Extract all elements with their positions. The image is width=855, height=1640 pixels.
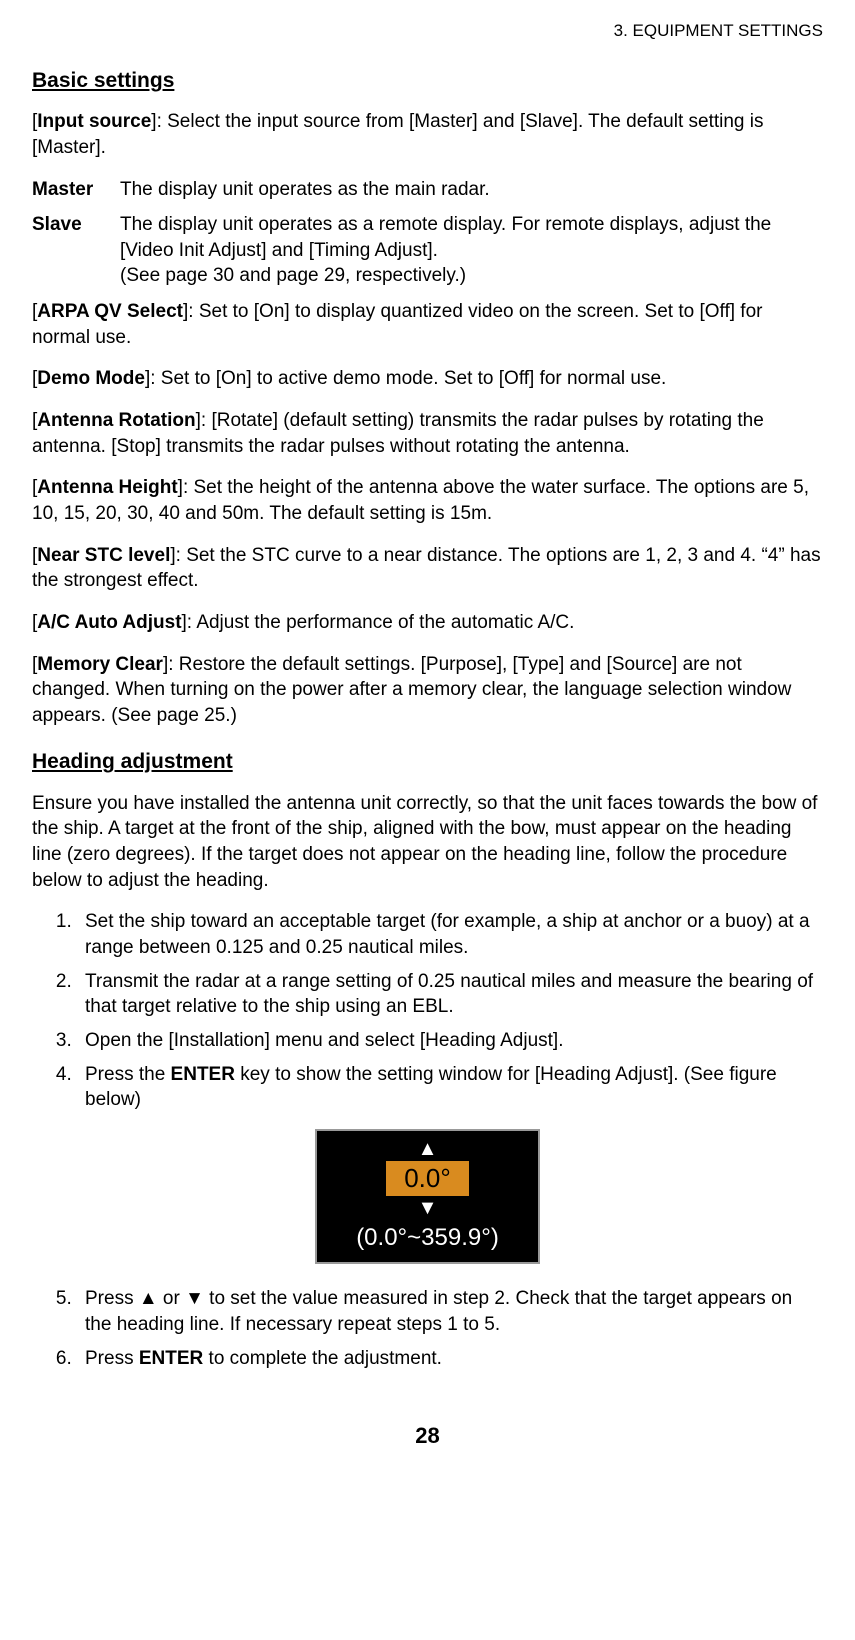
step-4a: Press the (85, 1064, 171, 1085)
input-source-label: Input source (37, 111, 151, 132)
step-6b: to complete the adjustment. (203, 1348, 442, 1369)
step-4: Press the ENTER key to show the setting … (77, 1062, 823, 1113)
master-desc: The display unit operates as the main ra… (120, 177, 823, 203)
up-icon: ▲ (317, 1139, 538, 1159)
slave-desc-l2: (See page 30 and page 29, respectively.) (120, 265, 466, 286)
basic-settings-heading: Basic settings (32, 67, 823, 95)
height-para: [Antenna Height]: Set the height of the … (32, 475, 823, 526)
step-2: Transmit the radar at a range setting of… (77, 969, 823, 1020)
heading-adj-intro: Ensure you have installed the antenna un… (32, 791, 823, 894)
demo-label: Demo Mode (37, 368, 145, 389)
step-5: Press ▲ or ▼ to set the value measured i… (77, 1286, 823, 1337)
heading-adjust-figure: ▲ 0.0° ▼ (0.0°~359.9°) (315, 1129, 540, 1264)
down-icon: ▼ (317, 1198, 538, 1218)
step-1: Set the ship toward an acceptable target… (77, 909, 823, 960)
chapter-header: 3. EQUIPMENT SETTINGS (32, 20, 823, 43)
arpa-para: [ARPA QV Select]: Set to [On] to display… (32, 299, 823, 350)
input-source-para: [Input source]: Select the input source … (32, 109, 823, 160)
slave-desc: The display unit operates as a remote di… (120, 212, 823, 289)
memory-para: [Memory Clear]: Restore the default sett… (32, 652, 823, 729)
arpa-label: ARPA QV Select (37, 301, 183, 322)
height-label: Antenna Height (37, 477, 177, 498)
enter-key-1: ENTER (171, 1064, 235, 1085)
step-3: Open the [Installation] menu and select … (77, 1028, 823, 1054)
slave-term: Slave (32, 212, 120, 289)
memory-label: Memory Clear (37, 654, 163, 675)
adjust-value: 0.0° (386, 1161, 469, 1196)
step-6: Press ENTER to complete the adjustment. (77, 1346, 823, 1372)
master-row: Master The display unit operates as the … (32, 177, 823, 203)
demo-para: [Demo Mode]: Set to [On] to active demo … (32, 366, 823, 392)
rotation-para: [Antenna Rotation]: [Rotate] (default se… (32, 408, 823, 459)
slave-row: Slave The display unit operates as a rem… (32, 212, 823, 289)
page-number: 28 (32, 1421, 823, 1451)
enter-key-2: ENTER (139, 1348, 203, 1369)
rotation-label: Antenna Rotation (37, 410, 195, 431)
demo-text: ]: Set to [On] to active demo mode. Set … (145, 368, 666, 389)
ac-para: [A/C Auto Adjust]: Adjust the performanc… (32, 610, 823, 636)
master-term: Master (32, 177, 120, 203)
steps-list-1: Set the ship toward an acceptable target… (32, 909, 823, 1112)
stc-para: [Near STC level]: Set the STC curve to a… (32, 543, 823, 594)
adjust-range: (0.0°~359.9°) (317, 1222, 538, 1254)
stc-label: Near STC level (37, 545, 170, 566)
ac-label: A/C Auto Adjust (37, 612, 181, 633)
step-6a: Press (85, 1348, 139, 1369)
heading-adjustment-heading: Heading adjustment (32, 748, 823, 776)
master-slave-table: Master The display unit operates as the … (32, 177, 823, 290)
slave-desc-l1: The display unit operates as a remote di… (120, 214, 771, 261)
ac-text: ]: Adjust the performance of the automat… (182, 612, 575, 633)
steps-list-2: Press ▲ or ▼ to set the value measured i… (32, 1286, 823, 1371)
